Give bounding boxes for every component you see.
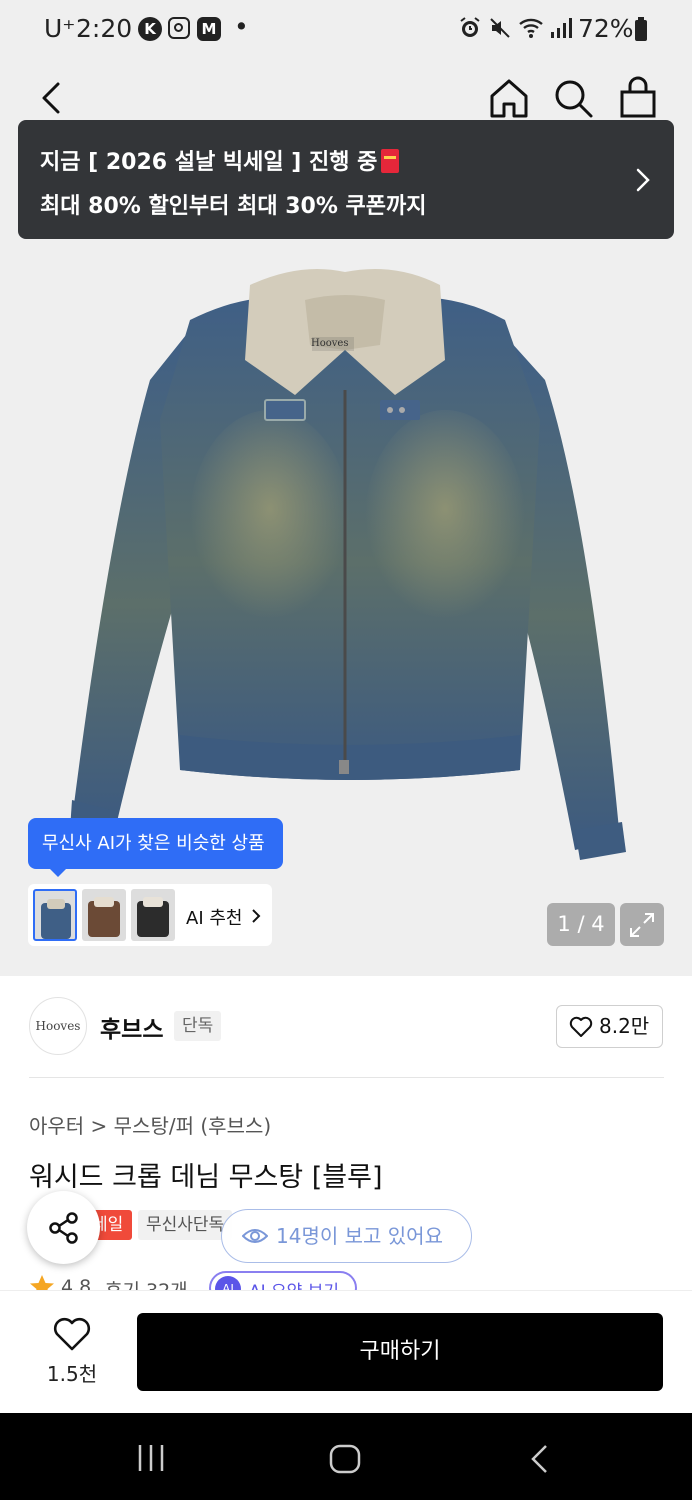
clock: 2:20 bbox=[76, 14, 133, 43]
ai-similar-products-tooltip[interactable]: 무신사 AI가 찾은 비슷한 상품 bbox=[28, 818, 283, 877]
back-nav-icon[interactable] bbox=[526, 1443, 552, 1475]
similar-item-thumb-2[interactable] bbox=[82, 889, 126, 941]
exclusive-badge: 무신사단독 bbox=[138, 1210, 233, 1240]
system-navigation-bar bbox=[0, 1413, 692, 1500]
brand-logo[interactable]: Hooves bbox=[29, 997, 87, 1055]
exclusive-tag: 단독 bbox=[174, 1011, 222, 1041]
home-nav-icon[interactable] bbox=[328, 1443, 362, 1475]
promo-line-2: 최대 80% 할인부터 최대 30% 쿠폰까지 bbox=[40, 194, 427, 219]
promo-banner[interactable]: 지금 [ 2026 설날 빅세일 ] 진행 중 최대 80% 할인부터 최대 3… bbox=[18, 120, 674, 239]
promo-line-1: 지금 [ 2026 설날 빅세일 ] 진행 중 bbox=[40, 144, 400, 176]
share-button[interactable] bbox=[27, 1191, 100, 1264]
ai-recommend-label[interactable]: AI 추천 bbox=[186, 904, 242, 930]
similar-item-thumb-1[interactable] bbox=[33, 889, 77, 941]
chevron-right-icon bbox=[636, 168, 650, 192]
expand-button[interactable] bbox=[620, 903, 664, 946]
chevron-right-icon bbox=[252, 909, 261, 923]
buy-button[interactable]: 구매하기 bbox=[137, 1313, 663, 1391]
share-icon bbox=[49, 1212, 78, 1244]
carrier-label: U⁺ bbox=[44, 14, 76, 43]
battery-icon bbox=[635, 17, 647, 41]
m-app-icon: M bbox=[197, 17, 221, 41]
instagram-icon bbox=[168, 17, 190, 39]
similar-item-thumb-3[interactable] bbox=[131, 889, 175, 941]
k-app-icon: K bbox=[138, 17, 162, 41]
back-icon[interactable] bbox=[28, 74, 76, 122]
breadcrumb[interactable]: 아우터 > 무스탕/퍼 (후브스) bbox=[29, 1110, 271, 1139]
brand-name[interactable]: 후브스 bbox=[100, 1010, 163, 1044]
red-envelope-icon bbox=[381, 149, 400, 173]
search-icon[interactable] bbox=[549, 74, 597, 122]
eye-icon bbox=[242, 1229, 268, 1243]
wifi-icon bbox=[519, 18, 543, 38]
brand-like-button[interactable]: 8.2만 bbox=[556, 1005, 663, 1048]
battery-percent: 72% bbox=[578, 14, 634, 43]
product-title: 워시드 크롭 데님 무스탕 [블루] bbox=[29, 1162, 383, 1193]
brand-like-count: 8.2만 bbox=[599, 1014, 650, 1038]
divider bbox=[29, 1077, 664, 1078]
notification-dot: • bbox=[234, 12, 249, 41]
image-pager: 1 / 4 bbox=[547, 903, 615, 946]
wishlist-count: 1.5천 bbox=[46, 1362, 98, 1386]
wishlist-heart-icon[interactable] bbox=[52, 1316, 92, 1352]
alarm-icon bbox=[460, 17, 480, 37]
recent-apps-icon[interactable] bbox=[134, 1443, 168, 1473]
viewers-toast: 14명이 보고 있어요 bbox=[221, 1209, 472, 1263]
heart-icon bbox=[569, 1016, 593, 1037]
signal-icon bbox=[551, 18, 572, 38]
home-icon[interactable] bbox=[485, 74, 533, 122]
mute-icon bbox=[490, 18, 510, 38]
status-bar: U⁺ 2:20 K M • 72% bbox=[0, 0, 692, 58]
ai-recommend-strip[interactable]: AI 추천 bbox=[28, 884, 272, 946]
collar-brand-label: Hooves bbox=[311, 338, 349, 349]
shopping-bag-icon[interactable] bbox=[614, 74, 662, 122]
viewers-text: 14명이 보고 있어요 bbox=[276, 1224, 443, 1248]
expand-icon bbox=[630, 913, 654, 937]
